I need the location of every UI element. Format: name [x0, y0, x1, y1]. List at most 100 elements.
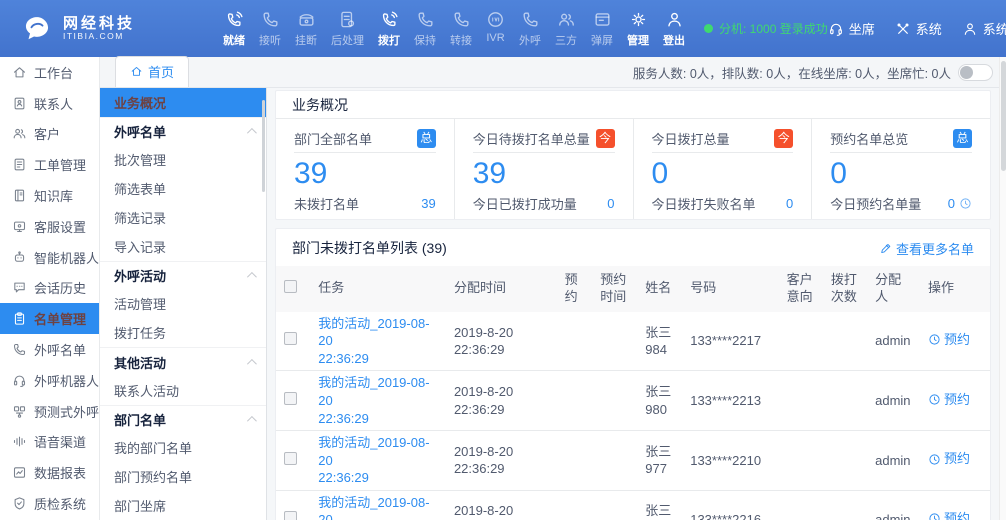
assignee-cell: admin: [867, 312, 920, 371]
submenu-item[interactable]: 外呼名单: [100, 117, 266, 146]
agent-busy-toggle[interactable]: [958, 64, 993, 81]
task-link[interactable]: 我的活动_2019-08-20 22:36:29: [310, 371, 446, 431]
submenu-item[interactable]: 其他活动: [100, 347, 266, 376]
submenu-item[interactable]: 部门名单: [100, 405, 266, 434]
sidebar-item[interactable]: 名单管理: [0, 303, 99, 334]
sidebar-item[interactable]: 外呼名单: [0, 334, 99, 365]
toolbar-item[interactable]: 拨打: [371, 10, 407, 48]
submenu-item[interactable]: 部门坐席: [100, 491, 266, 520]
submenu-item[interactable]: 部门预约名单: [100, 462, 266, 491]
header-menu-item[interactable]: 系统管理员 ▼: [962, 19, 1006, 38]
speech-bubble-logo-icon: [20, 12, 54, 46]
toolbar-item-icon: [593, 10, 612, 29]
header-menu-item[interactable]: 坐席: [828, 19, 875, 38]
tab-home-label: 首页: [148, 62, 174, 81]
tab-home[interactable]: 首页: [115, 56, 189, 87]
submenu-scrollbar[interactable]: [262, 100, 265, 192]
sidebar-item[interactable]: 知识库: [0, 180, 99, 211]
sidebar-item[interactable]: 联系人: [0, 88, 99, 119]
submenu-item[interactable]: 活动管理: [100, 290, 266, 319]
sidebar-item[interactable]: 工作台: [0, 57, 99, 88]
toolbar-item[interactable]: 转接: [443, 10, 479, 48]
table-row: 我的活动_2019-08-20 22:36:29 2019-8-20 22:36…: [276, 431, 990, 491]
toolbar-item[interactable]: 登出: [656, 10, 692, 48]
brand-domain: ITIBIA.COM: [63, 32, 135, 42]
stat-card-subvalue[interactable]: 0: [948, 196, 972, 211]
submenu-item[interactable]: 筛选记录: [100, 203, 266, 232]
sidebar-item[interactable]: 预测式外呼: [0, 396, 99, 427]
toolbar-item[interactable]: IVR: [479, 10, 512, 48]
task-link[interactable]: 我的活动_2019-08-20 22:36:29: [310, 312, 446, 371]
submenu-item-label: 部门预约名单: [114, 467, 192, 486]
chevron-up-icon: [247, 272, 257, 282]
submenu-item[interactable]: 导入记录: [100, 232, 266, 261]
toolbar-item[interactable]: 外呼: [512, 10, 548, 48]
sidebar-item[interactable]: 客户: [0, 119, 99, 150]
stat-card-subvalue[interactable]: 0: [786, 196, 793, 211]
toolbar-item-label: 登出: [663, 32, 685, 48]
toolbar-item-icon: [338, 10, 357, 29]
reserve-action-link[interactable]: 预约: [928, 391, 970, 409]
page-scrollbar[interactable]: [999, 57, 1006, 520]
submenu-item-label: 筛选记录: [114, 208, 166, 227]
row-checkbox[interactable]: [284, 392, 297, 405]
sidebar-item-icon: [12, 280, 27, 295]
row-checkbox[interactable]: [284, 452, 297, 465]
column-header: 拨打次数: [823, 266, 867, 312]
reserve-action-label: 预约: [944, 510, 970, 520]
submenu-item[interactable]: 我的部门名单: [100, 434, 266, 463]
toolbar-item-label: 挂断: [295, 32, 317, 48]
reserve-cell: [557, 490, 593, 520]
submenu-item[interactable]: 拨打任务: [100, 318, 266, 347]
home-icon: [130, 65, 143, 78]
service-stats-text: 服务人数: 0人，排队数: 0人，在线坐席: 0人，坐席忙: 0人: [633, 63, 951, 82]
toolbar-item[interactable]: 后处理: [324, 10, 371, 48]
sidebar-item[interactable]: 语音渠道: [0, 427, 99, 458]
toolbar-item[interactable]: 接听: [252, 10, 288, 48]
row-checkbox[interactable]: [284, 511, 297, 520]
submenu-item[interactable]: 筛选表单: [100, 174, 266, 203]
submenu-item[interactable]: 批次管理: [100, 146, 266, 175]
brand-logo[interactable]: 网经科技 ITIBIA.COM: [20, 12, 190, 46]
toolbar-item[interactable]: 弹屏: [584, 10, 620, 48]
submenu-item[interactable]: 外呼活动: [100, 261, 266, 290]
sidebar-item[interactable]: 数据报表: [0, 457, 99, 488]
list-title: 部门未拨打名单列表 (39): [292, 238, 447, 258]
row-checkbox-cell: [276, 431, 310, 491]
view-more-link[interactable]: 查看更多名单: [879, 239, 974, 258]
stat-card-subvalue[interactable]: 39: [421, 196, 435, 211]
sidebar-item-label: 联系人: [34, 94, 73, 113]
submenu-item[interactable]: 联系人活动: [100, 376, 266, 405]
header-menu-item[interactable]: 系统: [895, 19, 942, 38]
task-link[interactable]: 我的活动_2019-08-20 22:36:29: [310, 431, 446, 491]
name-cell: 张三 980: [637, 371, 682, 431]
sidebar-item[interactable]: 工单管理: [0, 149, 99, 180]
column-header: 号码: [682, 266, 778, 312]
row-checkbox[interactable]: [284, 332, 297, 345]
toolbar-item[interactable]: 管理: [620, 10, 656, 48]
select-all-checkbox[interactable]: [284, 280, 297, 293]
toolbar-item[interactable]: 挂断: [288, 10, 324, 48]
sidebar-item[interactable]: 会话历史: [0, 273, 99, 304]
sidebar-item-icon: [12, 342, 27, 357]
stat-card-subrow: 今日已拨打成功量 0: [473, 194, 615, 213]
toolbar-item[interactable]: 三方: [548, 10, 584, 48]
toolbar-item[interactable]: 就绪: [216, 10, 252, 48]
page-scrollbar-thumb[interactable]: [1001, 61, 1006, 171]
phone-cell: 133****2210: [682, 431, 778, 491]
stat-card-subvalue-number: 39: [421, 196, 435, 211]
submenu-item[interactable]: 业务概况: [100, 88, 266, 117]
sidebar-item[interactable]: 智能机器人: [0, 242, 99, 273]
reserve-action-link[interactable]: 预约: [928, 510, 970, 520]
task-link[interactable]: 我的活动_2019-08-20 22:36:29: [310, 490, 446, 520]
reserve-action-link[interactable]: 预约: [928, 331, 970, 349]
toolbar-item[interactable]: 保持: [407, 10, 443, 48]
sidebar-item-icon: [12, 373, 27, 388]
sidebar-item[interactable]: 客服设置: [0, 211, 99, 242]
row-checkbox-cell: [276, 312, 310, 371]
stat-card-subvalue[interactable]: 0: [607, 196, 614, 211]
sidebar-item-label: 语音渠道: [34, 432, 86, 451]
sidebar-item[interactable]: 质检系统: [0, 488, 99, 519]
reserve-action-link[interactable]: 预约: [928, 450, 970, 468]
sidebar-item[interactable]: 外呼机器人: [0, 365, 99, 396]
